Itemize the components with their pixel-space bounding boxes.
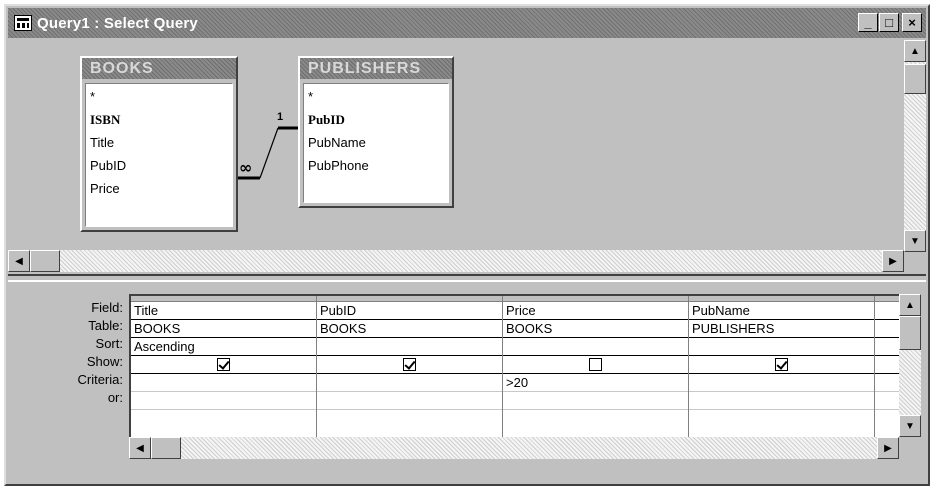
- sort-cell[interactable]: [503, 338, 688, 356]
- row-label-criteria: Criteria:: [77, 372, 123, 387]
- pane-splitter[interactable]: [8, 274, 926, 282]
- criteria-cell[interactable]: [317, 374, 502, 392]
- or-cell[interactable]: [503, 392, 688, 410]
- row-label-field: Field:: [91, 300, 123, 315]
- query-icon[interactable]: [14, 15, 32, 31]
- grid-vertical-scrollbar[interactable]: ▲ ▼: [899, 294, 921, 437]
- scroll-down-icon[interactable]: ▼: [899, 415, 921, 437]
- field-list-publishers[interactable]: PUBLISHERS * PubID PubName PubPhone: [298, 56, 454, 208]
- table-cell[interactable]: BOOKS: [503, 320, 688, 338]
- row-label-sort: Sort:: [95, 336, 123, 351]
- show-checkbox[interactable]: [217, 358, 230, 371]
- sort-cell[interactable]: Ascending: [131, 338, 316, 356]
- row-label-or: or:: [107, 390, 123, 405]
- grid-column: PubName PUBLISHERS: [689, 296, 875, 437]
- design-grid-pane: Field: Table: Sort: Show: Criteria: or: …: [8, 284, 926, 482]
- scroll-left-icon[interactable]: ◀: [129, 437, 151, 459]
- scroll-up-icon[interactable]: ▲: [904, 40, 926, 62]
- sort-cell[interactable]: [689, 338, 874, 356]
- field-list-item[interactable]: PubName: [308, 131, 448, 154]
- field-cell[interactable]: Title: [131, 302, 316, 320]
- field-list-item[interactable]: *: [90, 85, 232, 108]
- scroll-thumb[interactable]: [30, 250, 60, 272]
- field-list-title[interactable]: BOOKS: [82, 58, 236, 79]
- query-window: Query1 : Select Query _ □ × BOOKS * ISBN…: [4, 4, 930, 486]
- field-list-item[interactable]: Title: [90, 131, 232, 154]
- table-pane-vertical-scrollbar[interactable]: ▲ ▼: [904, 40, 926, 252]
- criteria-cell[interactable]: [689, 374, 874, 392]
- criteria-cell[interactable]: >20: [503, 374, 688, 392]
- row-label-table: Table:: [88, 318, 123, 333]
- table-pane-horizontal-scrollbar[interactable]: ◀ ▶: [8, 250, 904, 272]
- scroll-left-icon[interactable]: ◀: [8, 250, 30, 272]
- field-cell[interactable]: PubName: [689, 302, 874, 320]
- grid-row-labels: Field: Table: Sort: Show: Criteria: or:: [8, 299, 126, 407]
- window-title: Query1 : Select Query: [37, 14, 198, 32]
- show-checkbox[interactable]: [589, 358, 602, 371]
- grid-column: PubID BOOKS: [317, 296, 503, 437]
- field-list-item-key[interactable]: ISBN: [90, 108, 232, 131]
- sort-cell[interactable]: [875, 338, 899, 356]
- maximize-button[interactable]: □: [879, 13, 899, 32]
- close-button[interactable]: ×: [902, 13, 922, 32]
- show-cell: [317, 356, 502, 374]
- field-list-item[interactable]: Price: [90, 177, 232, 200]
- field-list-item[interactable]: *: [308, 85, 448, 108]
- field-cell[interactable]: Price: [503, 302, 688, 320]
- field-list-item-key[interactable]: PubID: [308, 108, 448, 131]
- show-checkbox[interactable]: [775, 358, 788, 371]
- table-pane: BOOKS * ISBN Title PubID Price PUBLISHER…: [8, 40, 926, 272]
- sort-cell[interactable]: [317, 338, 502, 356]
- minimize-button[interactable]: _: [858, 13, 878, 32]
- field-list-item[interactable]: PubPhone: [308, 154, 448, 177]
- table-cell[interactable]: PUBLISHERS: [689, 320, 874, 338]
- field-cell[interactable]: PubID: [317, 302, 502, 320]
- criteria-cell[interactable]: [875, 374, 899, 392]
- field-list-title[interactable]: PUBLISHERS: [300, 58, 452, 79]
- relationship-many-label: ∞: [239, 158, 252, 177]
- table-cell[interactable]: BOOKS: [317, 320, 502, 338]
- field-cell[interactable]: [875, 302, 899, 320]
- scroll-thumb[interactable]: [899, 316, 921, 350]
- design-grid: Title BOOKS Ascending PubID BOOKS Price …: [129, 294, 899, 437]
- grid-column: Title BOOKS Ascending: [131, 296, 317, 437]
- field-list-item[interactable]: PubID: [90, 154, 232, 177]
- table-cell[interactable]: [875, 320, 899, 338]
- or-cell[interactable]: [689, 392, 874, 410]
- criteria-cell[interactable]: [131, 374, 316, 392]
- show-cell: [131, 356, 316, 374]
- scroll-up-icon[interactable]: ▲: [899, 294, 921, 316]
- or-cell[interactable]: [131, 392, 316, 410]
- scroll-thumb[interactable]: [904, 64, 926, 94]
- grid-column: [875, 296, 899, 437]
- show-cell: [503, 356, 688, 374]
- show-cell: [689, 356, 874, 374]
- scroll-right-icon[interactable]: ▶: [877, 437, 899, 459]
- scroll-down-icon[interactable]: ▼: [904, 230, 926, 252]
- grid-horizontal-scrollbar[interactable]: ◀ ▶: [129, 437, 899, 459]
- relationship-one-label: 1: [277, 111, 283, 123]
- or-cell[interactable]: [875, 392, 899, 410]
- field-list-body: * ISBN Title PubID Price: [85, 83, 233, 227]
- or-cell[interactable]: [317, 392, 502, 410]
- field-list-body: * PubID PubName PubPhone: [303, 83, 449, 203]
- field-list-books[interactable]: BOOKS * ISBN Title PubID Price: [80, 56, 238, 232]
- show-cell[interactable]: [875, 356, 899, 374]
- window-controls: _ □ ×: [857, 13, 922, 32]
- grid-column: Price BOOKS >20: [503, 296, 689, 437]
- table-cell[interactable]: BOOKS: [131, 320, 316, 338]
- scroll-thumb[interactable]: [151, 437, 181, 459]
- row-label-show: Show:: [86, 354, 123, 369]
- title-bar[interactable]: Query1 : Select Query _ □ ×: [8, 8, 926, 38]
- scroll-right-icon[interactable]: ▶: [882, 250, 904, 272]
- show-checkbox[interactable]: [403, 358, 416, 371]
